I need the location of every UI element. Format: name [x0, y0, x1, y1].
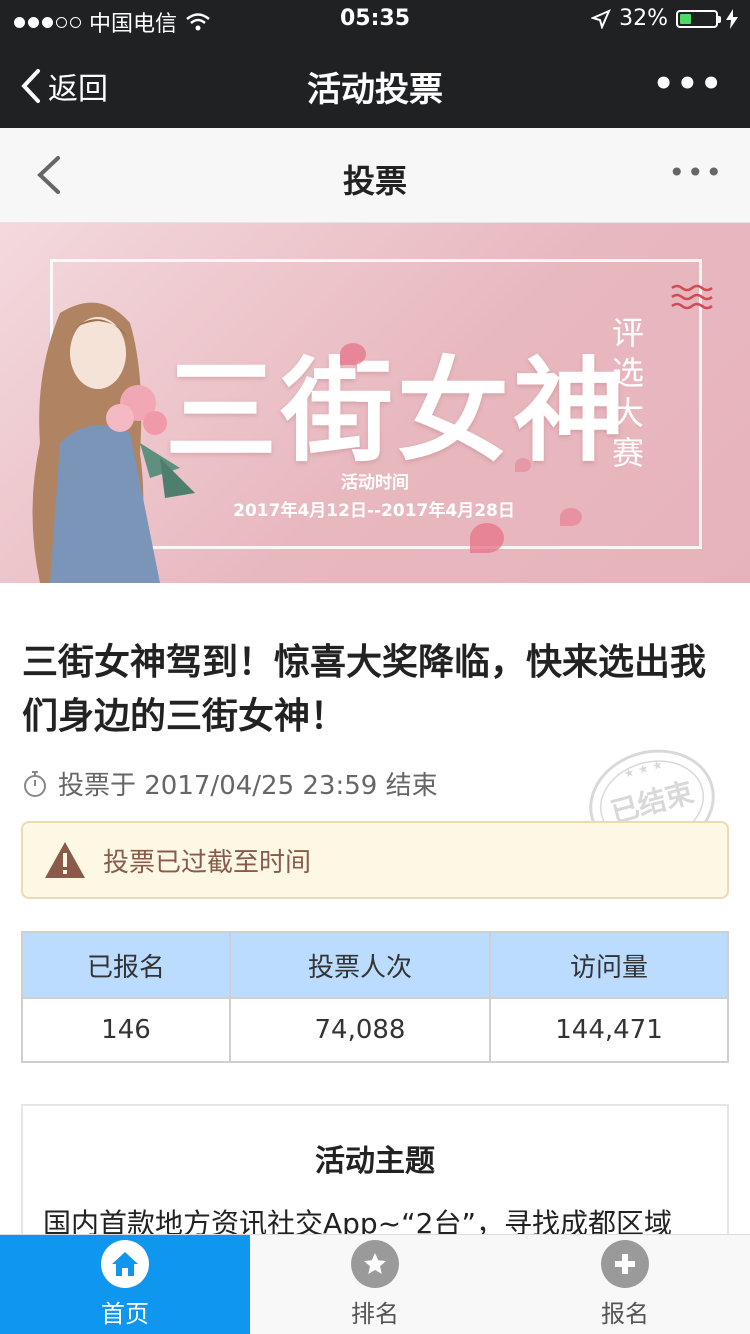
petal-decoration — [560, 508, 582, 526]
star-icon — [351, 1240, 399, 1288]
battery-icon — [676, 9, 721, 28]
deadline-alert: 投票已过截至时间 — [21, 821, 729, 899]
status-bar: 中国电信 05:35 32% — [0, 0, 750, 40]
petal-decoration — [470, 523, 504, 553]
alert-text: 投票已过截至时间 — [103, 847, 312, 878]
wave-decoration — [671, 284, 713, 310]
tab-ranking[interactable]: 排名 — [250, 1235, 500, 1334]
charging-icon — [726, 8, 738, 29]
tab-label: 报名 — [601, 1300, 649, 1328]
wechat-title: 活动投票 — [307, 70, 443, 110]
stats-header: 访问量 — [489, 931, 729, 999]
page-title: 投票 — [342, 162, 407, 200]
tab-label: 排名 — [351, 1300, 399, 1328]
battery-percent: 32% — [619, 6, 668, 31]
wechat-header: 返回 活动投票 ••• — [0, 40, 750, 128]
home-icon — [101, 1240, 149, 1288]
page-nav: 投票 ••• — [0, 128, 750, 223]
plus-icon — [601, 1240, 649, 1288]
warning-icon — [45, 842, 85, 878]
stats-header: 已报名 — [21, 931, 231, 999]
svg-text:★ ★ ★: ★ ★ ★ — [622, 757, 664, 781]
page-more-icon[interactable]: ••• — [668, 156, 724, 189]
stats-value: 144,471 — [489, 997, 729, 1063]
vote-deadline: 投票于 2017/04/25 23:59 结束 — [22, 765, 438, 802]
tab-signup[interactable]: 报名 — [500, 1235, 750, 1334]
event-banner: 三街女神 评选大赛 活动时间 2017年4月12日--2017年4月28日 — [0, 223, 750, 583]
article-headline: 三街女神驾到！惊喜大奖降临，快来选出我们身边的三街女神！ — [22, 642, 707, 737]
petal-decoration — [515, 458, 531, 472]
deadline-text: 投票于 2017/04/25 23:59 结束 — [58, 771, 438, 801]
tab-home[interactable]: 首页 — [0, 1235, 250, 1334]
bottom-tab-bar: 首页 排名 报名 — [0, 1234, 750, 1334]
banner-subheading: 活动时间 — [341, 473, 409, 493]
stopwatch-icon — [24, 770, 46, 797]
tab-label: 首页 — [101, 1300, 149, 1328]
location-arrow-icon — [591, 8, 612, 29]
stats-table: 已报名 投票人次 访问量 146 74,088 144,471 — [21, 931, 729, 1063]
stats-value: 74,088 — [229, 997, 491, 1063]
banner-vertical-text: 评选大赛 — [611, 314, 644, 472]
banner-title: 三街女神 — [165, 346, 629, 477]
banner-dates: 2017年4月12日--2017年4月28日 — [233, 501, 515, 521]
theme-title: 活动主题 — [315, 1144, 435, 1179]
stats-value: 146 — [21, 997, 231, 1063]
stats-header: 投票人次 — [229, 931, 491, 999]
petal-decoration — [340, 343, 366, 365]
more-options-icon[interactable]: ••• — [653, 64, 724, 104]
